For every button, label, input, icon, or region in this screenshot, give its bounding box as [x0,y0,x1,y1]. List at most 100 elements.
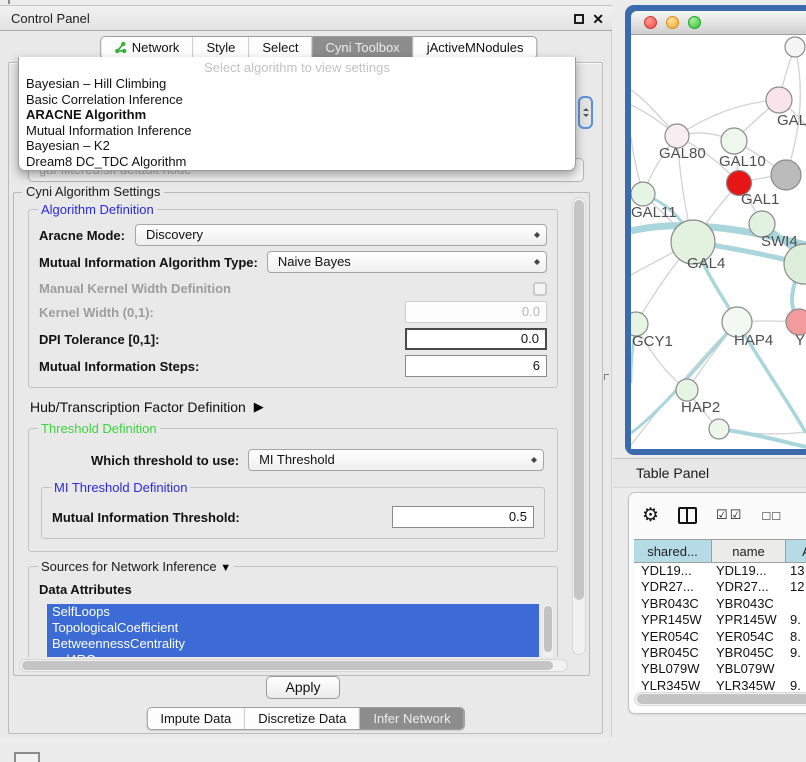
table-row[interactable]: YBR045CYBR045C9. [634,645,806,661]
table-row[interactable]: YDR27...YDR27...12 [634,579,806,595]
float-window-icon[interactable] [574,14,584,24]
table-cell: YER054C [634,629,712,645]
table-row[interactable]: YBR043CYBR043C [634,596,806,612]
popup-item[interactable]: Bayesian – K2 [19,138,575,154]
table-cell: YBR045C [712,645,786,661]
table-cell: 9. [786,612,806,628]
mi-threshold-field[interactable]: 0.5 [392,506,534,528]
table-horizontal-scrollbar[interactable] [634,692,806,706]
network-node[interactable] [721,128,747,154]
tab-select[interactable]: Select [249,37,312,58]
kernel-width-field[interactable]: 0.0 [405,301,547,323]
bottom-tab-impute-data[interactable]: Impute Data [147,708,245,729]
tab-label: Infer Network [373,711,450,726]
table-toolbar: ⚙ ☑☑ □□ [629,493,806,537]
table-cell: YDR27... [634,579,712,595]
tab-label: Cyni Toolbox [325,40,399,55]
popup-item[interactable]: Dream8 DC_TDC Algorithm [19,154,575,170]
table-cell: YDR27... [712,579,786,595]
mi-steps-field[interactable]: 6 [405,355,547,377]
network-node[interactable] [784,244,806,284]
split-columns-icon[interactable] [678,507,697,524]
popup-item[interactable]: Bayesian – Hill Climbing [19,76,575,92]
table-header-row: shared...nameA [634,539,806,563]
network-node-label: HAP2 [681,399,720,416]
tab-label: Select [262,40,298,55]
apply-button[interactable]: Apply [266,676,340,699]
tab-jactivemnodules[interactable]: jActiveMNodules [414,37,537,58]
mi-type-value: Naive Bayes [278,254,351,269]
column-header[interactable]: A [786,540,806,562]
network-node-label: GAL [777,112,806,129]
attribute-list-item[interactable]: SelfLoops [47,604,539,620]
column-header[interactable]: shared... [634,540,712,562]
table-cell: YBR045C [634,645,712,661]
mi-type-label: Mutual Information Algorithm Type: [39,255,258,270]
table-row[interactable]: YPR145WYPR145W9. [634,612,806,628]
table-row[interactable]: YER054CYER054C8. [634,629,806,645]
mi-steps-label: Mutual Information Steps: [39,359,199,374]
attributes-scrollbar[interactable] [543,605,553,657]
table-cell [786,596,806,612]
hub-definition-expander[interactable]: Hub/Transcription Factor Definition ▶ [30,399,562,415]
table-cell: YBR043C [712,596,786,612]
column-header[interactable]: name [712,540,786,562]
algorithm-combo-fragment[interactable] [578,96,593,129]
kernel-width-label: Kernel Width (0,1): [39,305,154,320]
aracne-mode-combo[interactable]: Discovery [135,224,547,246]
network-node[interactable] [709,419,729,439]
manual-kernel-checkbox[interactable] [533,282,547,296]
network-node[interactable] [766,87,792,113]
checkboxes-checked-icon[interactable]: ☑☑ [716,507,743,523]
table-cell: 9. [786,645,806,661]
stepper-arrows-icon [534,225,540,245]
stepper-arrows-icon [531,450,537,470]
partial-bottom-icon[interactable] [14,752,40,762]
tab-label: Style [206,40,235,55]
hub-definition-label: Hub/Transcription Factor Definition [30,399,246,415]
close-traffic-light-icon[interactable] [644,16,657,29]
gear-icon[interactable]: ⚙ [642,504,659,527]
sources-title: Sources for Network Inference [41,559,217,574]
sources-group-label[interactable]: Sources for Network Inference ▼ [38,559,234,574]
bottom-tab-discretize-data[interactable]: Discretize Data [245,708,360,729]
network-node[interactable] [676,379,698,401]
network-node-label: GAL4 [687,255,725,272]
network-node-label: GAL80 [659,145,706,162]
dpi-tolerance-label: DPI Tolerance [0,1]: [39,332,159,347]
tab-style[interactable]: Style [193,37,249,58]
which-threshold-combo[interactable]: MI Threshold [248,449,544,471]
network-node-label: GCY1 [632,333,673,350]
dpi-tolerance-field[interactable]: 0.0 [405,328,547,350]
network-node[interactable] [785,37,805,57]
popup-item[interactable]: Basic Correlation Inference [19,92,575,108]
settings-vertical-scrollbar[interactable] [572,197,586,655]
control-panel-titlebar: Control Panel ✕ [0,5,612,31]
control-panel-title: Control Panel [11,11,90,26]
table-row[interactable]: YBL079WYBL079W [634,661,806,677]
popup-item[interactable]: Mutual Information Inference [19,123,575,139]
table-cell [786,661,806,677]
popup-item[interactable]: ARACNE Algorithm [19,107,575,123]
network-window-titlebar[interactable] [631,11,806,35]
tab-cyni-toolbox[interactable]: Cyni Toolbox [312,37,413,58]
bottom-tab-infer-network[interactable]: Infer Network [360,708,463,729]
split-pane-handle[interactable] [604,374,609,380]
mi-algorithm-type-combo[interactable]: Naive Bayes [267,251,547,273]
cyni-settings-content: Algorithm Definition Aracne Mode: Discov… [16,195,568,657]
table-cell: YDL19... [712,563,786,579]
tab-network[interactable]: Network [101,37,194,58]
table-row[interactable]: YDL19...YDL19...13 [634,563,806,579]
attribute-list-item[interactable]: gal4RGexp [47,652,539,657]
network-canvas[interactable]: GALGAL80GAL10GAL1GAL11SWI4GAL4GCY1HAP4YH… [631,35,806,449]
attribute-list-item[interactable]: TopologicalCoefficient [47,620,539,636]
settings-horizontal-scrollbar[interactable] [19,659,568,672]
attribute-list-item[interactable]: BetweennessCentrality [47,636,539,652]
network-node[interactable] [771,160,801,190]
table-cell: YPR145W [634,612,712,628]
close-icon[interactable]: ✕ [592,12,604,26]
network-node[interactable] [631,182,655,206]
zoom-traffic-light-icon[interactable] [688,16,701,29]
minimize-traffic-light-icon[interactable] [666,16,679,29]
checkboxes-unchecked-icon[interactable]: □□ [762,508,782,523]
